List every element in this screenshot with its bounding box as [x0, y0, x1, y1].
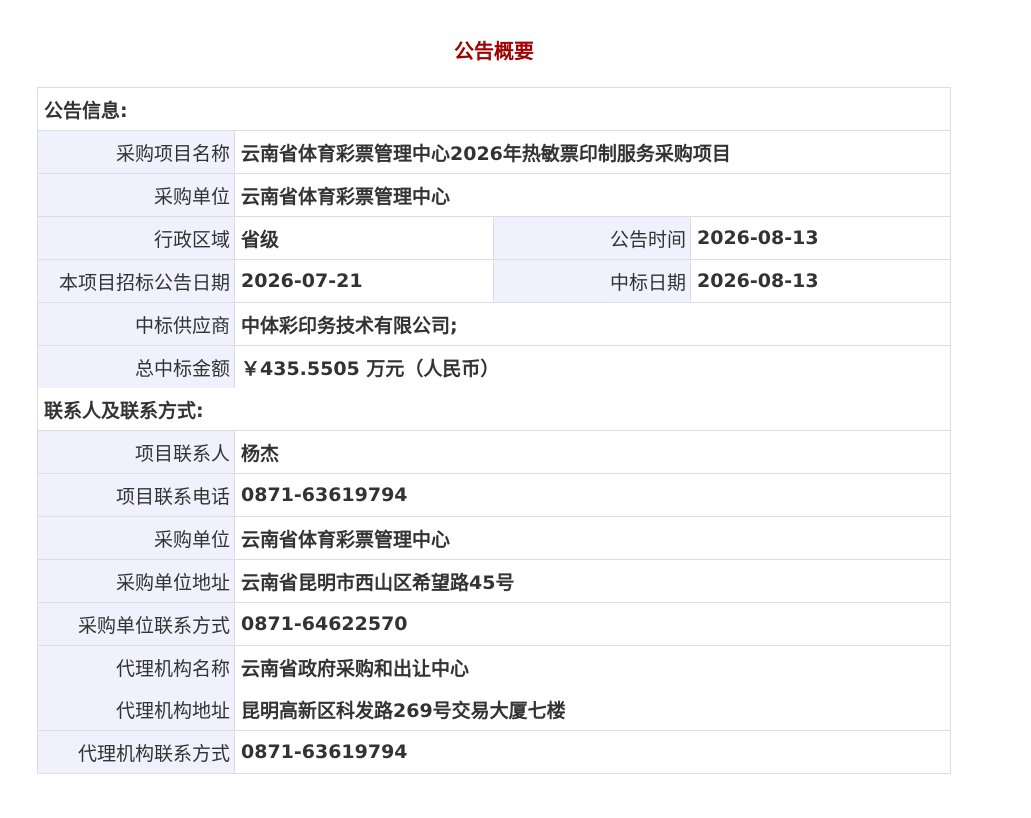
- total-amount-value: ￥435.5505 万元（人民币）: [233, 345, 952, 388]
- winner-value: 中体彩印务技术有限公司;: [233, 302, 952, 346]
- agency-name-label: 代理机构名称: [37, 645, 235, 688]
- agency-phone-label: 代理机构联系方式: [37, 730, 235, 774]
- table-row: 采购单位 云南省体育彩票管理中心: [37, 516, 952, 560]
- announcement-summary-table: 公告信息: 采购项目名称 云南省体育彩票管理中心2026年热敏票印制服务采购项目…: [36, 87, 952, 774]
- table-row: 总中标金额 ￥435.5505 万元（人民币）: [37, 345, 952, 388]
- contact-purchaser-value: 云南省体育彩票管理中心: [233, 516, 952, 560]
- table-row: 本项目招标公告日期 2026-07-21 中标日期 2026-08-13: [37, 259, 952, 303]
- section-heading-announcement: 公告信息:: [36, 87, 952, 131]
- bid-announce-date-label: 本项目招标公告日期: [37, 259, 235, 303]
- project-phone-value: 0871-63619794: [233, 473, 952, 517]
- project-name-label: 采购项目名称: [37, 130, 235, 174]
- total-amount-label: 总中标金额: [37, 345, 235, 388]
- winner-label: 中标供应商: [37, 302, 235, 346]
- agency-address-label: 代理机构地址: [37, 688, 235, 731]
- purchaser-address-value: 云南省昆明市西山区希望路45号: [233, 559, 952, 603]
- contact-purchaser-label: 采购单位: [37, 516, 235, 560]
- purchaser-label: 采购单位: [37, 173, 235, 217]
- publish-time-value: 2026-08-13: [689, 216, 952, 260]
- table-row: 项目联系人 杨杰: [37, 430, 952, 474]
- purchaser-phone-value: 0871-64622570: [233, 602, 952, 646]
- project-phone-label: 项目联系电话: [37, 473, 235, 517]
- table-row: 代理机构地址 昆明高新区科发路269号交易大厦七楼: [37, 688, 952, 731]
- award-date-label: 中标日期: [493, 259, 691, 303]
- project-name-value: 云南省体育彩票管理中心2026年热敏票印制服务采购项目: [233, 130, 952, 174]
- project-contact-label: 项目联系人: [37, 430, 235, 474]
- table-row: 采购单位地址 云南省昆明市西山区希望路45号: [37, 559, 952, 603]
- agency-phone-value: 0871-63619794: [233, 730, 952, 774]
- table-row: 代理机构名称 云南省政府采购和出让中心: [37, 645, 952, 688]
- bid-announce-date-value: 2026-07-21: [234, 259, 494, 303]
- purchaser-phone-label: 采购单位联系方式: [37, 602, 235, 646]
- page-title: 公告概要: [454, 39, 534, 63]
- publish-time-label: 公告时间: [493, 216, 691, 260]
- table-row: 采购单位 云南省体育彩票管理中心: [37, 173, 952, 217]
- project-contact-value: 杨杰: [233, 430, 952, 474]
- table-row: 中标供应商 中体彩印务技术有限公司;: [37, 302, 952, 346]
- table-row: 代理机构联系方式 0871-63619794: [37, 730, 952, 774]
- table-row: 采购项目名称 云南省体育彩票管理中心2026年热敏票印制服务采购项目: [37, 130, 952, 174]
- table-row: 行政区域 省级 公告时间 2026-08-13: [37, 216, 952, 260]
- region-value: 省级: [234, 216, 494, 260]
- section-heading-contact: 联系人及联系方式:: [36, 388, 952, 431]
- purchaser-value: 云南省体育彩票管理中心: [233, 173, 952, 217]
- agency-name-value: 云南省政府采购和出让中心: [233, 645, 952, 688]
- agency-address-value: 昆明高新区科发路269号交易大厦七楼: [233, 688, 952, 731]
- award-date-value: 2026-08-13: [689, 259, 952, 303]
- region-label: 行政区域: [37, 216, 235, 260]
- section-row-contact: 联系人及联系方式:: [36, 388, 952, 431]
- table-row: 项目联系电话 0871-63619794: [37, 473, 952, 517]
- section-row-announcement: 公告信息:: [36, 87, 952, 131]
- table-row: 采购单位联系方式 0871-64622570: [37, 602, 952, 646]
- purchaser-address-label: 采购单位地址: [37, 559, 235, 603]
